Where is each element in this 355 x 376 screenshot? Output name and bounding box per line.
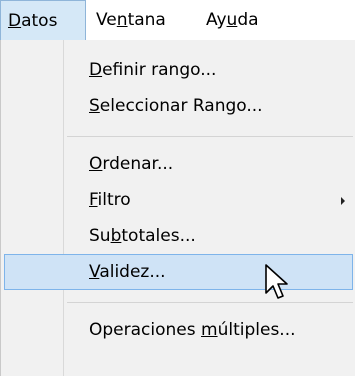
menubar-item-label: Datos bbox=[8, 11, 58, 31]
menubar: Datos Ventana Ayuda bbox=[0, 0, 355, 40]
menu-item-subtotales[interactable]: Subtotales... bbox=[4, 218, 353, 254]
menubar-item-datos[interactable]: Datos bbox=[0, 0, 86, 40]
menu-item-label: Operaciones múltiples... bbox=[89, 320, 296, 340]
datos-dropdown-menu: Definir rango... Seleccionar Rango... Or… bbox=[0, 40, 355, 376]
submenu-arrow-icon bbox=[341, 197, 345, 205]
menu-item-label: Filtro bbox=[89, 190, 131, 210]
menubar-item-ayuda[interactable]: Ayuda bbox=[206, 0, 286, 40]
menu-item-seleccionar-rango[interactable]: Seleccionar Rango... bbox=[4, 88, 353, 124]
menubar-item-label: Ventana bbox=[96, 10, 166, 30]
menu-item-label: Ordenar... bbox=[89, 154, 174, 174]
menu-item-ordenar[interactable]: Ordenar... bbox=[4, 146, 353, 182]
menu-item-operaciones-multiples[interactable]: Operaciones múltiples... bbox=[4, 312, 353, 348]
menu-item-definir-rango[interactable]: Definir rango... bbox=[4, 52, 353, 88]
menu-item-label: Validez... bbox=[89, 262, 166, 282]
menu-item-filtro[interactable]: Filtro bbox=[4, 182, 353, 218]
menu-separator bbox=[67, 302, 353, 303]
menu-item-label: Definir rango... bbox=[89, 60, 217, 80]
menu-item-label: Seleccionar Rango... bbox=[89, 96, 263, 116]
menu-separator bbox=[67, 136, 353, 137]
mouse-pointer-icon bbox=[265, 264, 288, 299]
menubar-item-ventana[interactable]: Ventana bbox=[96, 0, 196, 40]
menu-item-validez[interactable]: Validez... bbox=[4, 254, 353, 290]
menu-item-label: Subtotales... bbox=[89, 226, 196, 246]
menubar-item-label: Ayuda bbox=[206, 10, 259, 30]
